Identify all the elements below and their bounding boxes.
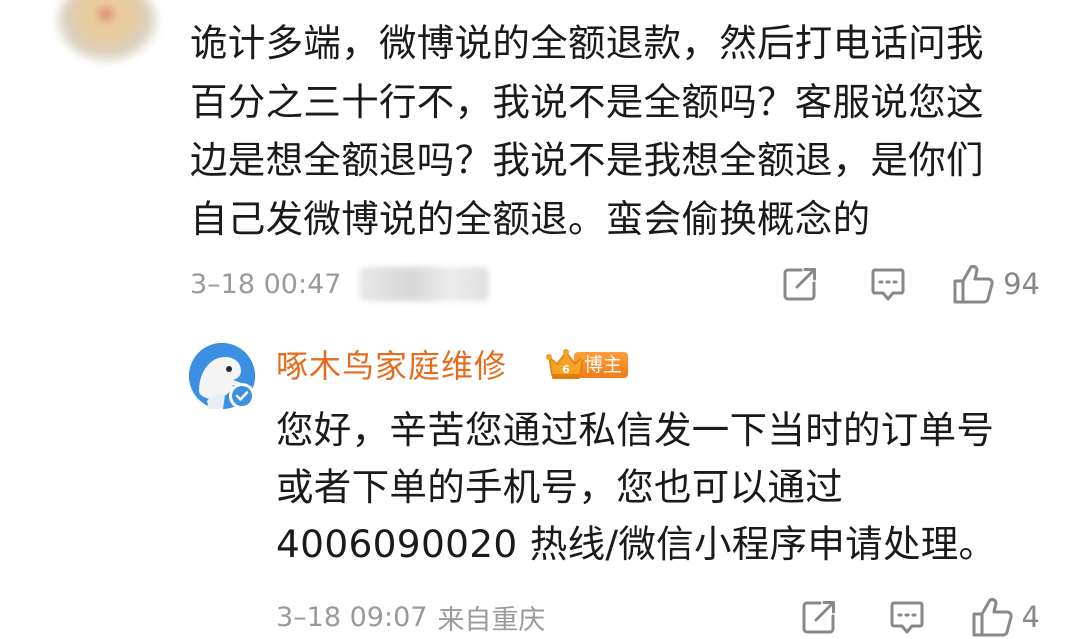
verified-badge — [229, 383, 255, 409]
comment-meta-row: 3–18 00:47 94 — [190, 264, 1040, 304]
reply-text: 您好，辛苦您通过私信发一下当时的订单号 或者下单的手机号，您也可以通过 4006… — [276, 402, 1056, 573]
comment-line: 自己发微博说的全额退。蛮会偷换概念的 — [190, 196, 871, 241]
comment-text: 诡计多端，微博说的全额退款，然后打电话问我 百分之三十行不，我说不是全额吗？客服… — [190, 14, 1050, 248]
blurred-commenter-avatar[interactable] — [58, 0, 156, 60]
like-count: 4 — [1021, 600, 1040, 634]
comment-button[interactable] — [888, 598, 926, 636]
comment-line: 诡计多端，微博说的全额退款，然后打电话问我 — [190, 21, 984, 65]
comment-line: 百分之三十行不，我说不是全额吗？客服说您这 — [190, 79, 984, 124]
thumbs-up-icon — [972, 597, 1013, 637]
comment-timestamp: 3–18 00:47 — [190, 268, 342, 300]
badge-level: 6 — [562, 363, 570, 376]
verified-check-icon — [232, 386, 252, 406]
comment-icon — [890, 601, 924, 634]
share-icon — [783, 268, 817, 301]
comment-line: 边是想全额退吗？我说不是我想全额退，是你们 — [190, 138, 984, 182]
blogger-badge: 6 博主 — [546, 349, 629, 381]
like-button[interactable]: 4 — [970, 596, 1040, 638]
comment-button[interactable] — [869, 265, 907, 303]
blurred-location — [359, 267, 490, 301]
reply-location: 来自重庆 — [437, 604, 546, 636]
share-button[interactable] — [781, 265, 819, 303]
reply-author-name[interactable]: 啄木鸟家庭维修 — [276, 344, 507, 388]
comment-icon — [871, 268, 905, 301]
crown-icon: 6 — [546, 349, 586, 381]
reply-meta-row: 3–18 09:07 来自重庆 4 — [276, 597, 1040, 637]
like-button[interactable]: 94 — [951, 263, 1040, 305]
reply-line: 或者下单的手机号，您也可以通过 — [276, 465, 843, 509]
reply-line: 4006090020 热线/微信小程序申请处理。 — [276, 522, 997, 566]
share-button[interactable] — [800, 598, 838, 636]
comment-actions: 94 — [781, 264, 1040, 304]
share-icon — [802, 601, 835, 634]
like-count: 94 — [1003, 267, 1040, 301]
reply-actions: 4 — [800, 597, 1040, 637]
thumbs-up-icon — [953, 264, 994, 304]
reply-line: 您好，辛苦您通过私信发一下当时的订单号 — [276, 408, 995, 452]
reply-timestamp: 3–18 09:07 — [276, 601, 428, 633]
